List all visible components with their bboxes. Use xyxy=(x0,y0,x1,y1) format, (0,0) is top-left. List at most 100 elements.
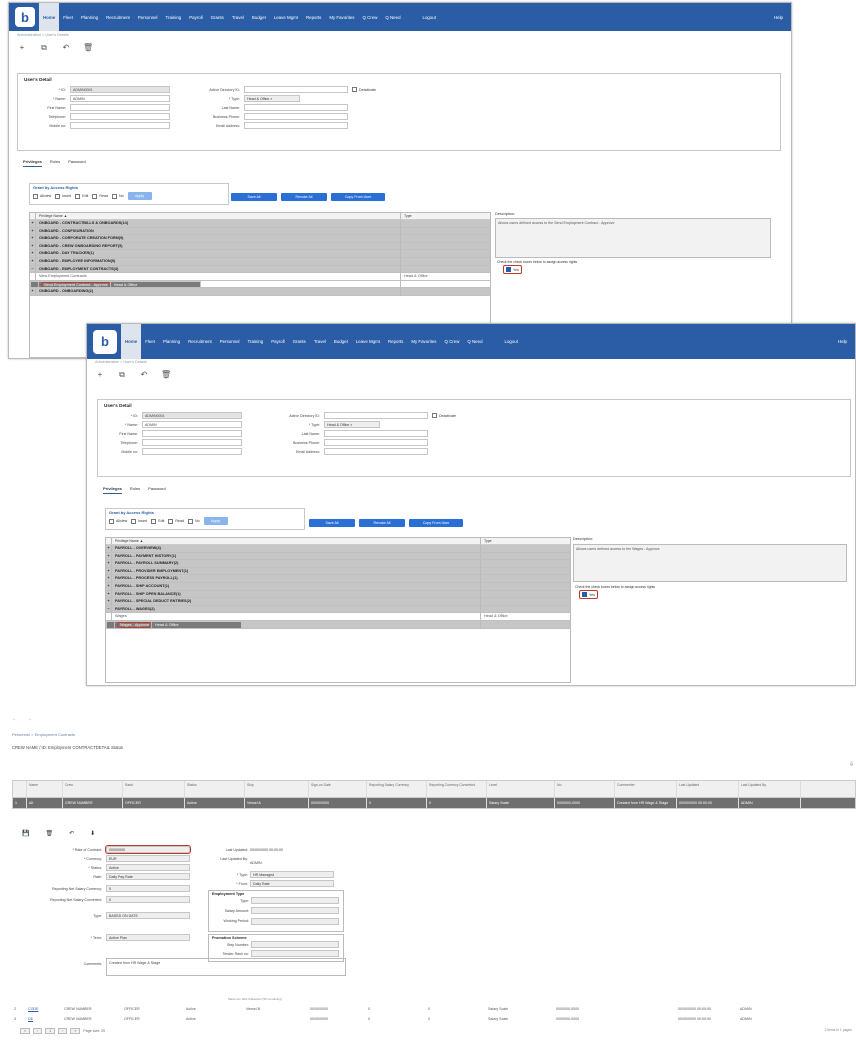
grant-no[interactable]: No xyxy=(111,193,124,199)
save-all-button[interactable]: Save All xyxy=(309,519,355,527)
nav-reports[interactable]: Reports xyxy=(302,15,325,20)
app-logo[interactable]: b xyxy=(15,7,35,27)
nav-personnel[interactable]: Personnel xyxy=(134,15,162,20)
delete-icon[interactable]: 🗑 xyxy=(161,370,171,380)
privilege-row[interactable]: + PAYROLL - OVERVIEW(4) xyxy=(106,545,570,553)
next-page-button[interactable]: › xyxy=(58,1028,68,1034)
grant-no[interactable]: No xyxy=(187,518,200,524)
delete-icon[interactable]: 🗑 xyxy=(45,830,53,837)
tender-rank-field[interactable] xyxy=(251,950,339,957)
copy-from-user-button[interactable]: Copy From User xyxy=(331,193,385,201)
privilege-row[interactable]: + PAYROLL - PROCESS PAYROLL(1) xyxy=(106,575,570,583)
currency-select[interactable]: EUR xyxy=(106,855,190,862)
column-header[interactable]: Name xyxy=(27,781,63,797)
nav-grants[interactable]: Grants xyxy=(289,339,310,344)
nav-reports[interactable]: Reports xyxy=(384,339,407,344)
nav-logout[interactable]: Logout xyxy=(419,15,440,20)
app-logo[interactable]: b xyxy=(93,329,117,354)
status-select[interactable]: Active xyxy=(106,864,190,871)
column-header[interactable]: Rank xyxy=(123,781,185,797)
prev-page-button[interactable]: ‹ xyxy=(33,1028,43,1034)
nav-payroll[interactable]: Payroll xyxy=(267,339,288,344)
privilege-row[interactable]: − PAYROLL - WAGES(2) xyxy=(106,605,570,614)
telephone-field[interactable] xyxy=(70,113,170,120)
nav-travel[interactable]: Travel xyxy=(310,339,330,344)
tab-roles[interactable]: Roles xyxy=(50,159,60,167)
privilege-row[interactable]: + ONBOARD - EMPLOYEE INFORMATION(5) xyxy=(30,257,490,266)
salary-amount-field[interactable] xyxy=(251,907,339,914)
tab-privileges[interactable]: Privileges xyxy=(23,159,42,167)
grant-allview[interactable]: Allview xyxy=(109,518,127,524)
table-row-selected[interactable]: 1 Alt CREW NUMBER OFFICER Active Vessel A 00/0… xyxy=(13,798,855,808)
nav-fleet[interactable]: Fleet xyxy=(59,15,77,20)
nav-favorites[interactable]: My Favorites xyxy=(325,15,358,20)
name-field[interactable]: ADMIN xyxy=(142,421,242,428)
column-header[interactable]: Reporting Salary Currency xyxy=(367,781,427,797)
nav-planning[interactable]: Planning xyxy=(77,15,102,20)
privilege-row[interactable]: + ONBOARD - CREW ONBOARDING REPORT(5) xyxy=(30,242,490,251)
nav-help[interactable]: Help xyxy=(770,15,787,20)
copy-icon[interactable]: ⧉ xyxy=(39,43,49,53)
first-name-field[interactable] xyxy=(70,104,170,111)
breadcrumb[interactable]: Administration > User's Details xyxy=(17,33,69,37)
privilege-row[interactable]: + PAYROLL - SHIP OPEN BALANCE(1) xyxy=(106,590,570,599)
back-icon[interactable]: ← xyxy=(12,716,17,722)
column-header[interactable]: Sign-on Date xyxy=(309,781,367,797)
nav-home[interactable]: Home xyxy=(39,3,60,31)
apply-button[interactable]: Apply xyxy=(127,192,152,200)
privilege-row[interactable]: Wages Head & Office xyxy=(106,613,570,621)
mobile-field[interactable] xyxy=(70,122,170,129)
privilege-row[interactable]: + PAYROLL - PAYROLL SUMMARY(2) xyxy=(106,560,570,568)
nav-logout[interactable]: Logout xyxy=(501,339,522,344)
column-header-name[interactable]: Privilege Name ▲ xyxy=(112,538,480,544)
grant-edit[interactable]: Edit xyxy=(75,193,88,199)
nav-payroll[interactable]: Payroll xyxy=(185,15,206,20)
email-field[interactable] xyxy=(324,448,428,455)
nav-home[interactable]: Home xyxy=(121,324,142,359)
breadcrumb[interactable]: Personnel > Employment Contracts xyxy=(12,732,75,737)
right-type-select[interactable]: HR Managed xyxy=(250,871,334,878)
nav-crew-search[interactable]: Q Crew xyxy=(358,15,381,20)
nav-need-search[interactable]: Q Need xyxy=(463,339,486,344)
type-select[interactable]: Head & Office × xyxy=(324,421,380,428)
last-name-field[interactable] xyxy=(244,104,348,111)
emp-type-select[interactable] xyxy=(251,897,339,904)
privilege-row[interactable]: + PAYROLL - SPECIAL DEDUCT ENTRIES(2) xyxy=(106,598,570,606)
column-header[interactable]: Last Updated xyxy=(677,781,739,797)
mobile-field[interactable] xyxy=(142,448,242,455)
nav-favorites[interactable]: My Favorites xyxy=(407,339,440,344)
nav-grants[interactable]: Grants xyxy=(207,15,228,20)
export-icon[interactable]: ⇩ xyxy=(849,761,854,768)
nav-fleet[interactable]: Fleet xyxy=(141,339,159,344)
type-select[interactable]: BASED ON DATE xyxy=(106,912,190,919)
copy-from-user-button[interactable]: Copy From User xyxy=(409,519,463,527)
grant-read[interactable]: Read xyxy=(168,518,184,524)
grant-insert[interactable]: Insert xyxy=(55,193,71,199)
column-header[interactable]: Commenter xyxy=(615,781,677,797)
nav-training[interactable]: Training xyxy=(244,339,268,344)
grant-allview[interactable]: Allview xyxy=(33,193,51,199)
page-number[interactable]: 1 xyxy=(45,1028,56,1034)
step-number-field[interactable] xyxy=(251,941,339,948)
column-header[interactable]: Reporting Currency Converted xyxy=(427,781,487,797)
id-field[interactable]: ADMIN0001 xyxy=(70,86,170,93)
net-salary-currency-field[interactable]: 0 xyxy=(106,885,190,892)
nav-budget[interactable]: Budget xyxy=(330,339,352,344)
page-size-select[interactable]: Page size: 20 xyxy=(83,1029,105,1033)
column-header[interactable]: Status xyxy=(185,781,245,797)
privilege-row[interactable]: Send Employment Contract - Approve Head &… xyxy=(30,280,201,289)
email-field[interactable] xyxy=(244,122,348,129)
telephone-field[interactable] xyxy=(142,439,242,446)
name-field[interactable]: ADMIN xyxy=(70,95,170,102)
undo-icon[interactable]: ↶ xyxy=(139,370,149,380)
first-name-field[interactable] xyxy=(142,430,242,437)
rate-select[interactable]: Daily Pay Rate xyxy=(106,873,190,880)
copy-icon[interactable]: ⧉ xyxy=(117,370,127,380)
tab-roles[interactable]: Roles xyxy=(130,486,140,494)
undo-icon[interactable]: ↶ xyxy=(61,43,71,53)
privilege-row[interactable]: + ONBOARD - CONFIGURATION xyxy=(30,227,490,236)
nav-recruitment[interactable]: Recruitment xyxy=(102,15,134,20)
column-header-name[interactable]: Privilege Name ▲ xyxy=(36,213,400,219)
row-link[interactable]: DE xyxy=(26,1014,62,1024)
table-row[interactable]: 3 DE CREW NUMBER OFFICER Active 00/00/0000 0 0 S… xyxy=(12,1014,856,1024)
